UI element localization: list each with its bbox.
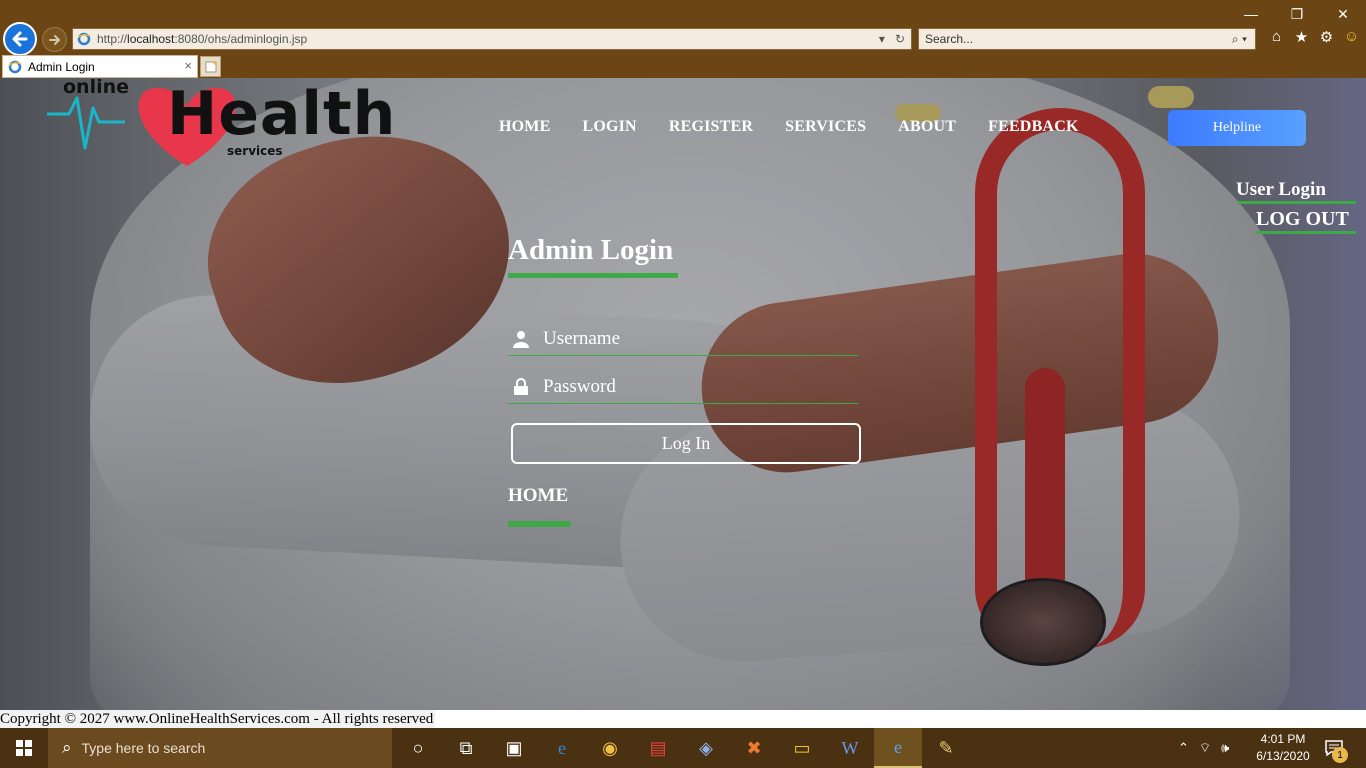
windows-logo-icon	[16, 740, 32, 756]
windows-taskbar: ⌕ Type here to search ○ ⧉ ▣ e ◉ ▤ ◈ ✖ ▭ …	[0, 728, 1366, 768]
xampp-icon[interactable]: ✖	[730, 728, 778, 768]
virtualbox-icon[interactable]: ◈	[682, 728, 730, 768]
paint-icon[interactable]: ✎	[922, 728, 970, 768]
logo-services-text: services	[227, 144, 283, 158]
media-app-icon[interactable]: ▤	[634, 728, 682, 768]
settings-gear-icon[interactable]: ⚙	[1318, 29, 1335, 46]
logo-health-text: Health	[167, 79, 397, 149]
main-nav: HOME LOGIN REGISTER SERVICES ABOUT FEEDB…	[499, 118, 1111, 136]
restore-icon[interactable]: ❐	[1274, 0, 1320, 28]
ie-tab-icon	[8, 60, 22, 73]
close-icon[interactable]: ✕	[1320, 0, 1366, 28]
smiley-feedback-icon[interactable]: ☺	[1343, 29, 1360, 46]
arrow-left-icon	[12, 31, 28, 47]
refresh-icon[interactable]: ↻	[895, 32, 905, 46]
word-icon[interactable]: W	[826, 728, 874, 768]
nav-register[interactable]: REGISTER	[669, 118, 753, 136]
user-login-underline	[1238, 201, 1356, 204]
nav-feedback[interactable]: FEEDBACK	[988, 118, 1079, 136]
nav-home[interactable]: HOME	[499, 118, 550, 136]
back-button[interactable]	[3, 22, 37, 56]
home-link[interactable]: HOME	[508, 485, 568, 507]
taskbar-clock[interactable]: 4:01 PM 6/13/2020	[1250, 731, 1316, 765]
helpline-button[interactable]: Helpline	[1168, 110, 1306, 146]
tab-admin-login[interactable]: Admin Login ×	[2, 55, 198, 78]
password-input[interactable]	[543, 375, 843, 398]
minimize-icon[interactable]: —	[1228, 0, 1274, 28]
tab-title: Admin Login	[28, 59, 95, 74]
site-logo[interactable]: online Health services	[47, 78, 427, 173]
new-tab-icon	[205, 61, 216, 72]
taskbar-search[interactable]: ⌕ Type here to search	[48, 728, 392, 768]
task-view-icon[interactable]: ⧉	[442, 728, 490, 768]
internet-explorer-icon[interactable]: e	[874, 728, 922, 768]
logo-online-text: online	[63, 78, 130, 98]
footer: Copyright © 2027 www.OnlineHealthService…	[0, 710, 1366, 728]
favorites-star-icon[interactable]: ★	[1293, 29, 1310, 46]
user-icon	[508, 330, 534, 348]
arrow-right-icon	[48, 34, 60, 45]
lock-icon	[508, 378, 534, 395]
notification-badge: 1	[1332, 747, 1348, 763]
taskbar-search-placeholder: Type here to search	[81, 740, 206, 756]
nav-login[interactable]: LOGIN	[582, 118, 636, 136]
username-input[interactable]	[543, 327, 843, 350]
login-button[interactable]: Log In	[511, 423, 861, 464]
logout-link[interactable]: LOG OUT	[1256, 208, 1349, 231]
home-underline	[508, 521, 571, 527]
url-host: localhost	[127, 32, 175, 46]
search-icon[interactable]: ⌕ ▾	[1232, 32, 1247, 47]
forward-button[interactable]	[42, 27, 67, 52]
home-icon[interactable]: ⌂	[1268, 29, 1285, 46]
address-bar[interactable]: http://localhost:8080/ohs/adminlogin.jsp…	[72, 28, 912, 50]
file-explorer-icon[interactable]: ▭	[778, 728, 826, 768]
network-app-icon[interactable]: ▣	[490, 728, 538, 768]
edge-icon[interactable]: e	[538, 728, 586, 768]
page-viewport: online Health services HOME LOGIN REGIST…	[0, 78, 1366, 710]
username-field	[508, 322, 858, 356]
url-prefix: http://	[97, 32, 128, 46]
taskbar-apps: ○ ⧉ ▣ e ◉ ▤ ◈ ✖ ▭ W e ✎	[394, 728, 970, 768]
logout-underline	[1256, 231, 1356, 234]
tray-chevron-up-icon[interactable]: ⌃	[1178, 740, 1189, 756]
user-login-link[interactable]: User Login	[1236, 179, 1326, 201]
start-button[interactable]	[0, 728, 48, 768]
ie-page-icon	[77, 32, 91, 46]
cortana-icon[interactable]: ○	[394, 728, 442, 768]
search-box[interactable]: Search... ⌕ ▾	[918, 28, 1256, 50]
nav-about[interactable]: ABOUT	[898, 118, 956, 136]
chrome-icon[interactable]: ◉	[586, 728, 634, 768]
tab-close-icon[interactable]: ×	[184, 58, 192, 73]
wifi-icon[interactable]: ⌔	[1199, 740, 1211, 756]
volume-icon[interactable]: 🕪	[1221, 740, 1229, 756]
system-tray: ⌃ ⌔ 🕪	[1178, 728, 1229, 768]
clock-date: 6/13/2020	[1256, 749, 1310, 763]
taskbar-search-icon: ⌕	[62, 738, 72, 757]
title-underline	[508, 273, 678, 278]
url-path: :8080/ohs/adminlogin.jsp	[174, 32, 308, 46]
new-tab-button[interactable]	[200, 56, 221, 77]
browser-chrome: http://localhost:8080/ohs/adminlogin.jsp…	[0, 0, 1366, 78]
page-title: Admin Login	[508, 234, 674, 266]
search-placeholder: Search...	[925, 32, 974, 46]
clock-time: 4:01 PM	[1260, 732, 1306, 746]
password-field	[508, 370, 858, 404]
nav-services[interactable]: SERVICES	[785, 118, 866, 136]
copyright-text: Copyright © 2027 www.OnlineHealthService…	[0, 710, 436, 728]
address-dropdown-icon[interactable]: ▾	[879, 32, 885, 46]
